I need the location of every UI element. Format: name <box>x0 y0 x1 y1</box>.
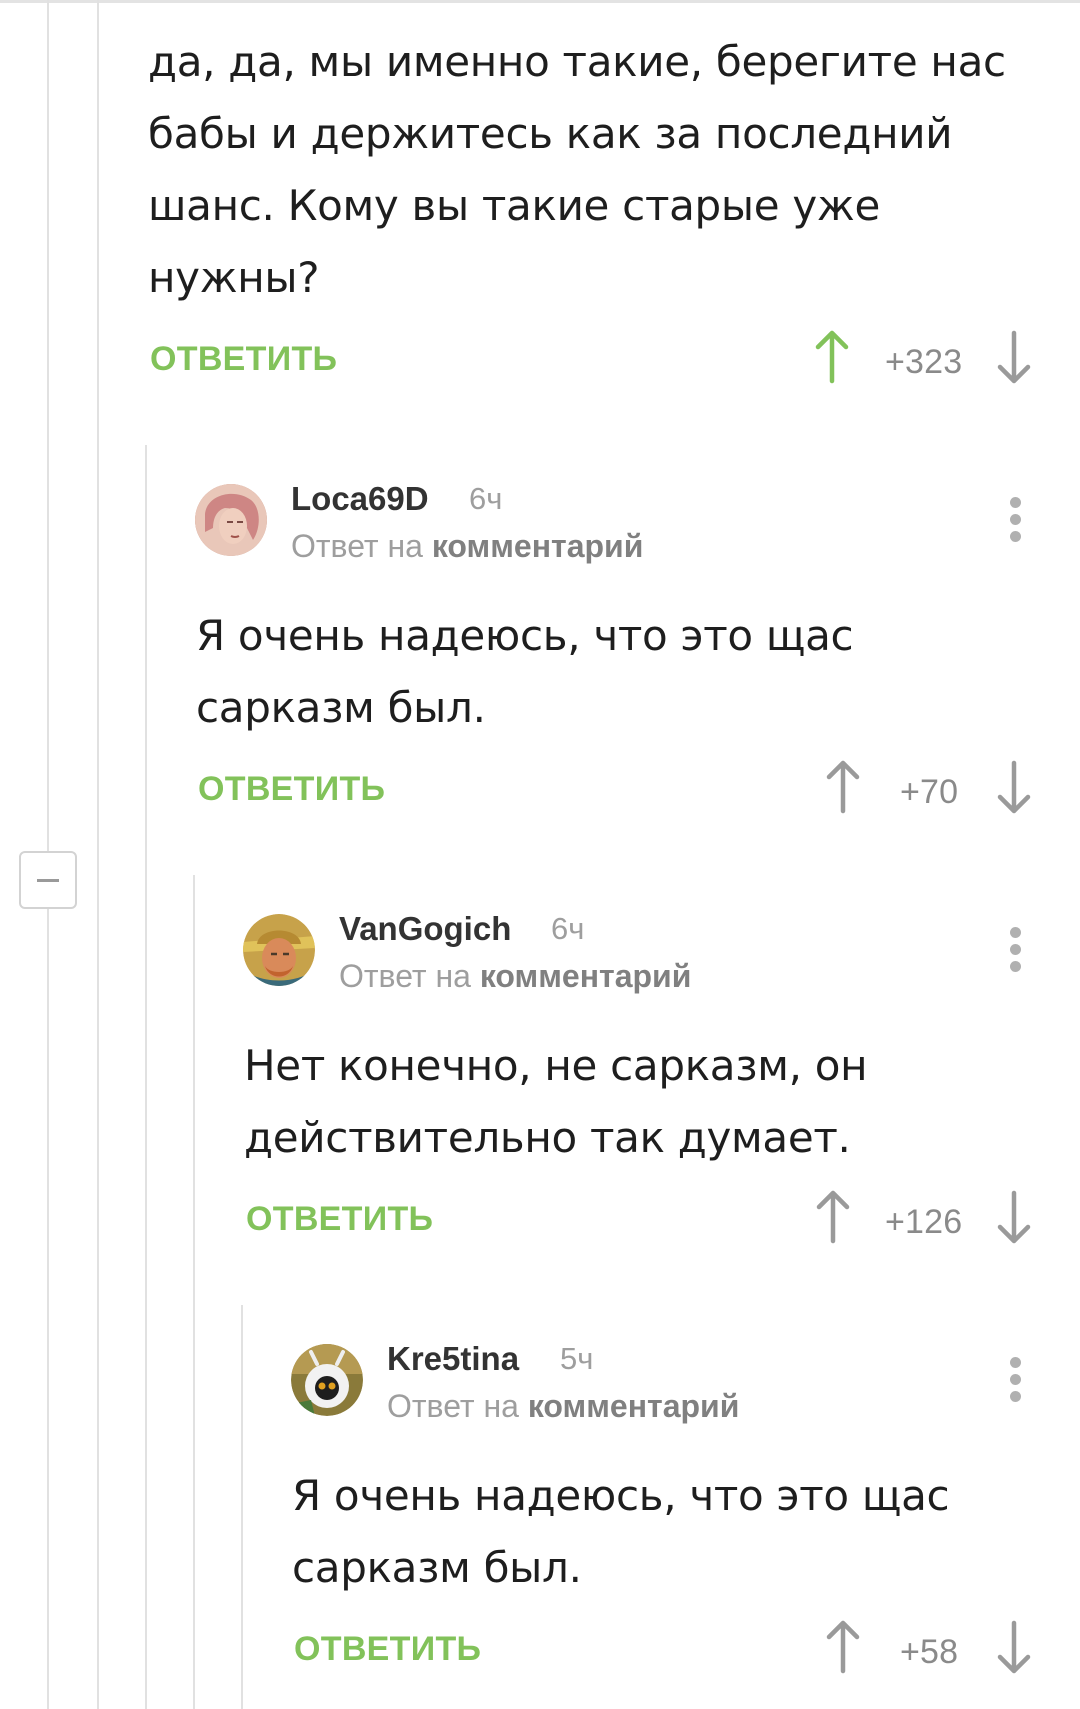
reply-button[interactable]: ОТВЕТИТЬ <box>294 1630 481 1669</box>
downvote-arrow-icon[interactable] <box>996 1619 1032 1679</box>
thread-line-level-1 <box>97 0 99 1709</box>
upvote-arrow-icon[interactable] <box>825 1619 861 1679</box>
reply-to-line: Ответ на комментарий <box>387 1388 740 1424</box>
score: +126 <box>885 1203 963 1241</box>
avatar[interactable] <box>243 914 315 986</box>
more-options-icon[interactable] <box>1001 1355 1031 1405</box>
avatar[interactable] <box>195 484 267 556</box>
more-options-icon[interactable] <box>1001 495 1031 545</box>
score: +58 <box>900 1633 959 1671</box>
top-divider <box>0 0 1080 3</box>
username[interactable]: VanGogich <box>339 910 511 948</box>
reply-to-line: Ответ на комментарий <box>339 958 692 994</box>
comment-text: Я очень надеюсь, что это щас сарказм был… <box>292 1471 950 1592</box>
parent-comment-link[interactable]: комментарий <box>480 958 692 994</box>
vote-control: +58 <box>825 1619 1035 1679</box>
username[interactable]: Kre5tina <box>387 1340 519 1378</box>
parent-comment-link[interactable]: комментарий <box>528 1388 740 1424</box>
timestamp: 6ч <box>469 481 503 516</box>
more-options-icon[interactable] <box>1001 925 1031 975</box>
downvote-arrow-icon[interactable] <box>996 329 1032 389</box>
upvote-arrow-icon[interactable] <box>815 1189 851 1249</box>
vote-control: +126 <box>815 1189 1035 1249</box>
vote-control: +323 <box>814 329 1034 389</box>
timestamp: 6ч <box>551 911 585 946</box>
comment-text: Я очень надеюсь, что это щас сарказм был… <box>196 611 854 732</box>
score: +70 <box>900 773 959 811</box>
thread-line-level-2 <box>145 445 147 1709</box>
downvote-arrow-icon[interactable] <box>996 1189 1032 1249</box>
avatar[interactable] <box>291 1344 363 1416</box>
downvote-arrow-icon[interactable] <box>996 759 1032 819</box>
parent-comment-link[interactable]: комментарий <box>432 528 644 564</box>
reply-button[interactable]: ОТВЕТИТЬ <box>246 1200 433 1239</box>
reply-to-line: Ответ на комментарий <box>291 528 644 564</box>
upvote-arrow-icon[interactable] <box>814 329 850 389</box>
timestamp: 5ч <box>560 1341 594 1376</box>
vote-control: +70 <box>825 759 1035 819</box>
minus-icon <box>37 879 59 882</box>
username[interactable]: Loca69D <box>291 480 429 518</box>
reply-button[interactable]: ОТВЕТИТЬ <box>198 770 385 809</box>
score: +323 <box>885 343 963 381</box>
comment-text: Нет конечно, не сарказм, он действительн… <box>244 1041 868 1162</box>
collapse-thread-button[interactable] <box>19 851 77 909</box>
reply-button[interactable]: ОТВЕТИТЬ <box>150 340 337 379</box>
upvote-arrow-icon[interactable] <box>825 759 861 819</box>
thread-line-level-4 <box>241 1305 243 1709</box>
thread-line-level-3 <box>193 875 195 1709</box>
comment-text: да, да, мы именно такие, берегите нас ба… <box>148 37 1006 302</box>
